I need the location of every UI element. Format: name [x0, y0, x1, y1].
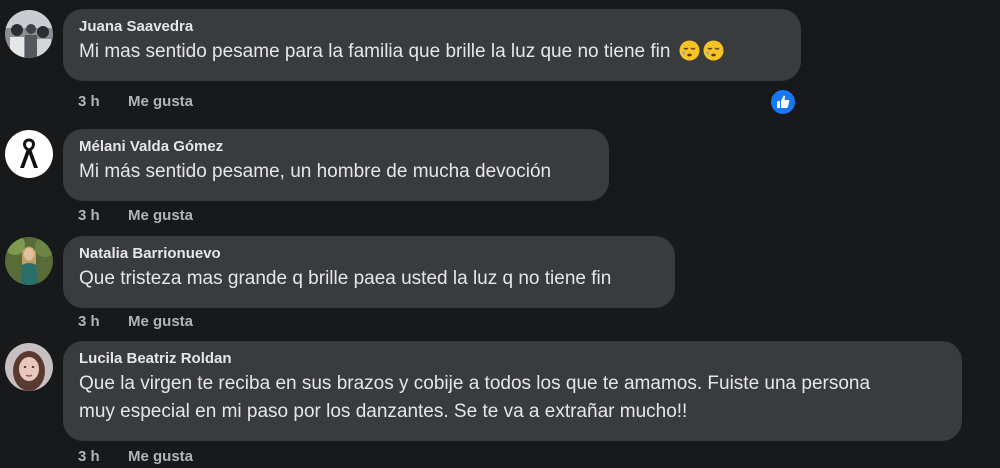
sleepy-face-emoji-icon — [703, 40, 724, 61]
comment-actions: 3 h Me gusta — [78, 313, 193, 330]
comment-author[interactable]: Mélani Valda Gómez — [79, 138, 593, 156]
sleepy-face-emoji-icon — [679, 40, 700, 61]
like-reaction-icon[interactable] — [769, 88, 797, 116]
comment-actions: 3 h Me gusta — [78, 93, 193, 110]
avatar[interactable] — [5, 343, 53, 391]
like-button[interactable]: Me gusta — [128, 93, 193, 110]
avatar[interactable] — [5, 237, 53, 285]
comment-timestamp[interactable]: 3 h — [78, 93, 128, 110]
comment-text-line: muy especial en mi paso por los danzante… — [79, 401, 688, 422]
comment-actions: 3 h Me gusta — [78, 448, 193, 465]
comment-text: Mi más sentido pesame, un hombre de much… — [79, 161, 552, 182]
comment-author[interactable]: Juana Saavedra — [79, 18, 785, 36]
avatar[interactable] — [5, 130, 53, 178]
comment-text-line: Que la virgen te reciba en sus brazos y … — [79, 373, 871, 394]
comment-actions: 3 h Me gusta — [78, 207, 193, 224]
comment-author[interactable]: Lucila Beatriz Roldan — [79, 350, 946, 368]
comment-author[interactable]: Natalia Barrionuevo — [79, 245, 659, 263]
avatar[interactable] — [5, 10, 53, 58]
comment-timestamp[interactable]: 3 h — [78, 313, 128, 330]
comment-timestamp[interactable]: 3 h — [78, 448, 128, 465]
like-button[interactable]: Me gusta — [128, 448, 193, 465]
comment-text: Que tristeza mas grande q brille paea us… — [79, 268, 612, 289]
like-button[interactable]: Me gusta — [128, 313, 193, 330]
comment-timestamp[interactable]: 3 h — [78, 207, 128, 224]
comment-bubble: Natalia Barrionuevo Que tristeza mas gra… — [63, 236, 675, 308]
comments-feed: Juana Saavedra Mi mas sentido pesame par… — [0, 0, 1000, 468]
comment-bubble: Lucila Beatriz Roldan Que la virgen te r… — [63, 341, 962, 441]
comment-text: Mi mas sentido pesame para la familia qu… — [79, 38, 785, 66]
like-button[interactable]: Me gusta — [128, 207, 193, 224]
comment-text: Que la virgen te reciba en sus brazos y … — [79, 370, 946, 426]
comment-bubble: Mélani Valda Gómez Mi más sentido pesame… — [63, 129, 609, 201]
comment-bubble: Juana Saavedra Mi mas sentido pesame par… — [63, 9, 801, 81]
